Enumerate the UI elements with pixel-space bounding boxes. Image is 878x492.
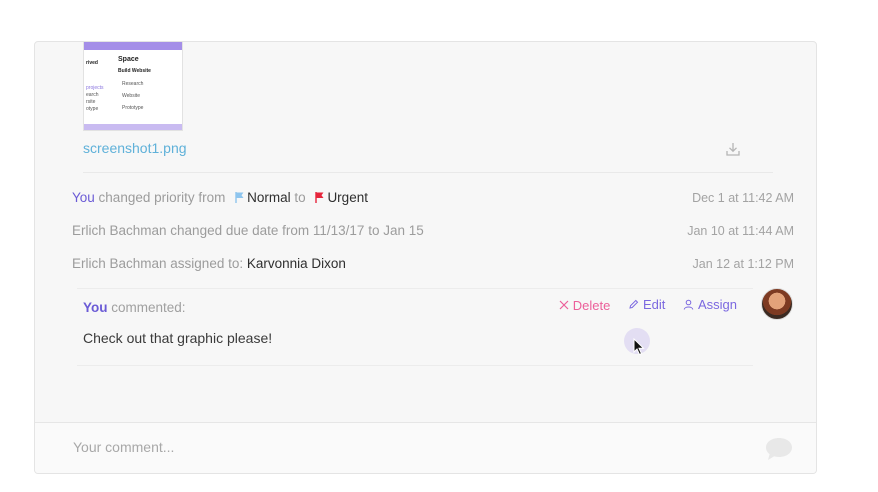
pencil-icon [629,299,639,309]
flag-icon [315,192,324,203]
activity-timestamp: Jan 10 at 11:44 AM [687,224,794,238]
priority-from-value: Normal [247,190,291,205]
attachment-filename-link[interactable]: screenshot1.png [83,140,187,156]
comment-body: Check out that graphic please! [83,330,273,346]
avatar[interactable] [761,288,793,320]
thumbnail-header-bar [84,42,182,50]
activity-item-priority: You changed priority from Normal to Urge… [72,190,368,205]
attachment-thumbnail[interactable]: rived projects earch rsite otype Space B… [83,42,183,131]
thumbnail-fragment: earch [86,92,99,98]
activity-panel: rived projects earch rsite otype Space B… [34,41,817,474]
assignee-name: Karvonnia Dixon [246,256,346,271]
comment-composer [35,422,816,473]
thumbnail-item: Website [122,93,140,99]
thumbnail-fragment: rived [86,60,98,66]
activity-timestamp: Dec 1 at 11:42 AM [692,191,794,205]
close-icon [559,300,569,310]
activity-actor[interactable]: You [72,190,95,205]
thumbnail-footer-bar [84,124,182,130]
comment-item: You commented: Delete Edit Assign Check … [77,288,753,366]
activity-text: changed priority from [98,190,226,205]
thumbnail-subheading: Build Website [118,68,151,74]
mouse-cursor [624,328,650,361]
activity-item-due-date: Erlich Bachman changed due date from 11/… [72,223,424,238]
chat-bubble-icon[interactable] [764,436,794,462]
comment-input[interactable] [71,435,715,459]
edit-comment-button[interactable]: Edit [628,297,665,312]
comment-actions: Delete Edit Assign [545,297,737,313]
comment-author[interactable]: You [83,300,108,315]
thumbnail-item: Research [122,81,144,87]
delete-label: Delete [572,297,611,313]
activity-item-assigned: Erlich Bachman assigned to: Karvonnia Di… [72,256,346,271]
download-icon[interactable] [725,141,741,157]
activity-timestamp: Jan 12 at 1:12 PM [692,257,794,271]
activity-text: Erlich Bachman changed due date from 11/… [72,223,424,238]
edit-label: Edit [642,297,666,312]
divider [83,172,773,173]
delete-comment-button[interactable]: Delete [559,297,611,313]
priority-to-value: Urgent [327,190,368,205]
activity-text: Erlich Bachman assigned to: [72,256,244,271]
assign-label: Assign [697,297,737,312]
thumbnail-fragment: rsite [86,99,96,105]
flag-icon [235,192,244,203]
thumbnail-item: Prototype [122,105,144,111]
pointer-icon [633,337,645,356]
thumbnail-fragment: projects [86,85,104,91]
assign-comment-button[interactable]: Assign [683,297,737,312]
user-icon [683,299,694,310]
activity-text: to [294,190,306,205]
comment-header: You commented: [83,300,186,315]
thumbnail-fragment: otype [86,106,99,112]
thumbnail-heading: Space [118,56,139,63]
comment-verb: commented: [111,300,186,315]
